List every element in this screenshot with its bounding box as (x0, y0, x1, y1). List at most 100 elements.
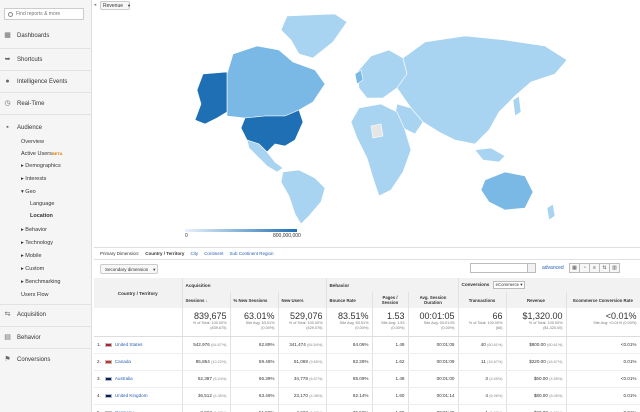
nav-language[interactable]: Language (30, 201, 54, 207)
new-users-value: 51,069 (293, 359, 308, 364)
map-region-greenland[interactable] (280, 13, 348, 59)
conversion-type-select[interactable]: eCommerce ▾ (492, 281, 526, 289)
col-pages-session[interactable]: Pages / Session (372, 292, 409, 308)
nav-active-users[interactable]: Active UsersBETA (21, 151, 62, 157)
nav-mobile-label: Mobile (25, 253, 42, 259)
map-region-asia[interactable] (396, 35, 568, 145)
nav-custom[interactable]: ▸ Custom (21, 266, 44, 272)
report-search-input[interactable] (16, 11, 82, 17)
revenue-cell: $60.00 (4.55%) (506, 370, 567, 388)
map-region-japan[interactable] (512, 95, 522, 117)
search-icon[interactable] (527, 264, 535, 272)
map-region-alaska[interactable] (194, 71, 228, 125)
totals-row: 839,675% of Total: 100.00% (839,675) 63.… (94, 308, 640, 337)
nav-location[interactable]: Location (30, 213, 53, 219)
sidebar-item-label: Intelligence Events (17, 78, 68, 85)
nav-technology-label: Technology (25, 240, 54, 246)
new-sessions-cell: 51.58% (230, 404, 279, 412)
shortcut-arrow-icon: ➥ (4, 56, 11, 63)
nav-users-flow[interactable]: Users Flow (21, 292, 49, 298)
world-map[interactable] (175, 12, 575, 227)
total-new-sessions-value: 63.01% (243, 311, 275, 321)
table-row[interactable]: 3. Australia 52,387 (6.24%) 66.39% 34,778 (6… (94, 370, 640, 388)
map-region-australia[interactable] (480, 171, 534, 211)
divider (94, 247, 640, 248)
total-bounce-rate-sub: Site Avg: 83.51% (0.00%) (339, 321, 369, 330)
sessions-pct: (6.24%) (213, 377, 227, 381)
col-country[interactable]: Country / Territory (94, 278, 183, 308)
primary-dimension-continent[interactable]: Continent (204, 251, 223, 256)
nav-interests[interactable]: ▸ Interests (21, 176, 46, 182)
new-sessions-cell: 63.46% (230, 387, 279, 405)
sessions-cell: 542,976 (64.67%) (182, 336, 231, 354)
pages-session-cell: 1.48 (372, 370, 409, 388)
map-region-new-zealand[interactable] (546, 203, 556, 221)
sidebar-item-real-time[interactable]: ◷ Real-Time (4, 100, 44, 107)
pages-session-cell: 1.98 (372, 404, 409, 412)
divider (0, 70, 92, 71)
table-search-box[interactable] (470, 263, 536, 273)
country-flag-icon (104, 342, 112, 348)
divider (94, 259, 640, 260)
table-row[interactable]: 1. United States 542,976 (64.67%) 62.89% 341… (94, 336, 640, 354)
country-link[interactable]: Australia (115, 376, 133, 381)
col-revenue[interactable]: Revenue (506, 292, 567, 308)
collapse-sidebar-icon[interactable]: ◂ (92, 0, 98, 10)
col-new-sessions[interactable]: % New Sessions (230, 292, 279, 308)
table-row[interactable]: 5.Germany8,963 (1.07%)51.58%4,623 (0.87%… (94, 404, 640, 412)
nav-behavior[interactable]: ▸ Behavior (21, 227, 47, 233)
sidebar-item-conversions[interactable]: ⚑ Conversions (4, 356, 50, 363)
advanced-filter-link[interactable]: advanced (542, 265, 564, 271)
new-users-pct: (4.38%) (309, 394, 323, 398)
col-conv-rate[interactable]: Ecommerce Conversion Rate (566, 292, 640, 308)
total-pages-session-value: 1.53 (386, 311, 405, 321)
nav-mobile[interactable]: ▸ Mobile (21, 253, 42, 259)
sidebar-item-label: Dashboards (17, 32, 50, 39)
country-link[interactable]: United Kingdom (115, 393, 148, 398)
col-transactions[interactable]: Transactions (458, 292, 507, 308)
col-avg-duration[interactable]: Avg. Session Duration (408, 292, 459, 308)
sidebar-item-behavior[interactable]: ▤ Behavior (4, 334, 41, 341)
country-link[interactable]: United States (115, 342, 143, 347)
nav-benchmarking[interactable]: ▸ Benchmarking (21, 279, 60, 285)
nav-technology[interactable]: ▸ Technology (21, 240, 53, 246)
map-legend-max: 800,000,000 (273, 233, 301, 239)
sidebar-item-acquisition[interactable]: ⇆ Acquisition (4, 311, 46, 318)
table-row[interactable]: 2. Canada 85,854 (10.22%) 59.48% 51,069 (9.6… (94, 353, 640, 371)
total-conv-rate: <0.01% Site Avg: <0.01% (0.00%) (566, 308, 640, 337)
sidebar-item-shortcuts[interactable]: ➥ Shortcuts (4, 56, 43, 63)
conv-rate-cell: 0.01% (566, 404, 640, 412)
avg-duration-cell: 00:01:14 (408, 387, 459, 405)
map-region-south-america[interactable] (280, 169, 326, 225)
row-index: 4. (97, 392, 101, 398)
map-region-southeast-asia[interactable] (474, 147, 506, 163)
table-row[interactable]: 4. United Kingdom 36,512 (4.35%) 63.46% 23,1… (94, 387, 640, 405)
sidebar-item-dashboards[interactable]: ▦ Dashboards (4, 32, 49, 39)
primary-dimension-city[interactable]: City (190, 251, 198, 256)
sidebar-item-audience[interactable]: ▪ Audience (4, 124, 42, 131)
table-search-input[interactable] (471, 264, 527, 272)
pivot-view-icon[interactable]: ▥ (609, 263, 620, 273)
behavior-page-icon: ▤ (4, 334, 11, 341)
nav-overview[interactable]: Overview (21, 139, 44, 145)
sidebar-item-intelligence-events[interactable]: ● Intelligence Events (4, 78, 67, 85)
sessions-value: 85,854 (195, 359, 210, 364)
primary-dimension-label: Primary Dimension: (100, 251, 140, 256)
map-region-no-data[interactable] (370, 123, 384, 139)
map-metric-select[interactable]: Revenue ▼ (100, 1, 131, 10)
transactions-value: 3 (485, 376, 488, 381)
bounce-rate-cell: 85.09% (326, 370, 373, 388)
country-link[interactable]: Canada (115, 359, 131, 364)
report-search-box[interactable] (4, 8, 84, 20)
transactions-cell: 1 (1.52%) (458, 404, 507, 412)
col-new-users[interactable]: New Users (278, 292, 327, 308)
secondary-dimension-select[interactable]: Secondary dimension ▼ (100, 264, 158, 274)
primary-dimension-subcontinent[interactable]: Sub Continent Region (229, 251, 273, 256)
nav-demographics[interactable]: ▸ Demographics (21, 163, 61, 169)
new-sessions-cell: 59.48% (230, 353, 279, 371)
nav-geo[interactable]: ▾ Geo (21, 189, 36, 195)
col-bounce-rate[interactable]: Bounce Rate (326, 292, 373, 308)
total-avg-duration-value: 00:01:05 (419, 311, 455, 321)
col-sessions[interactable]: Sessions ↓ (182, 292, 231, 308)
country-cell: 5.Germany (94, 404, 183, 412)
